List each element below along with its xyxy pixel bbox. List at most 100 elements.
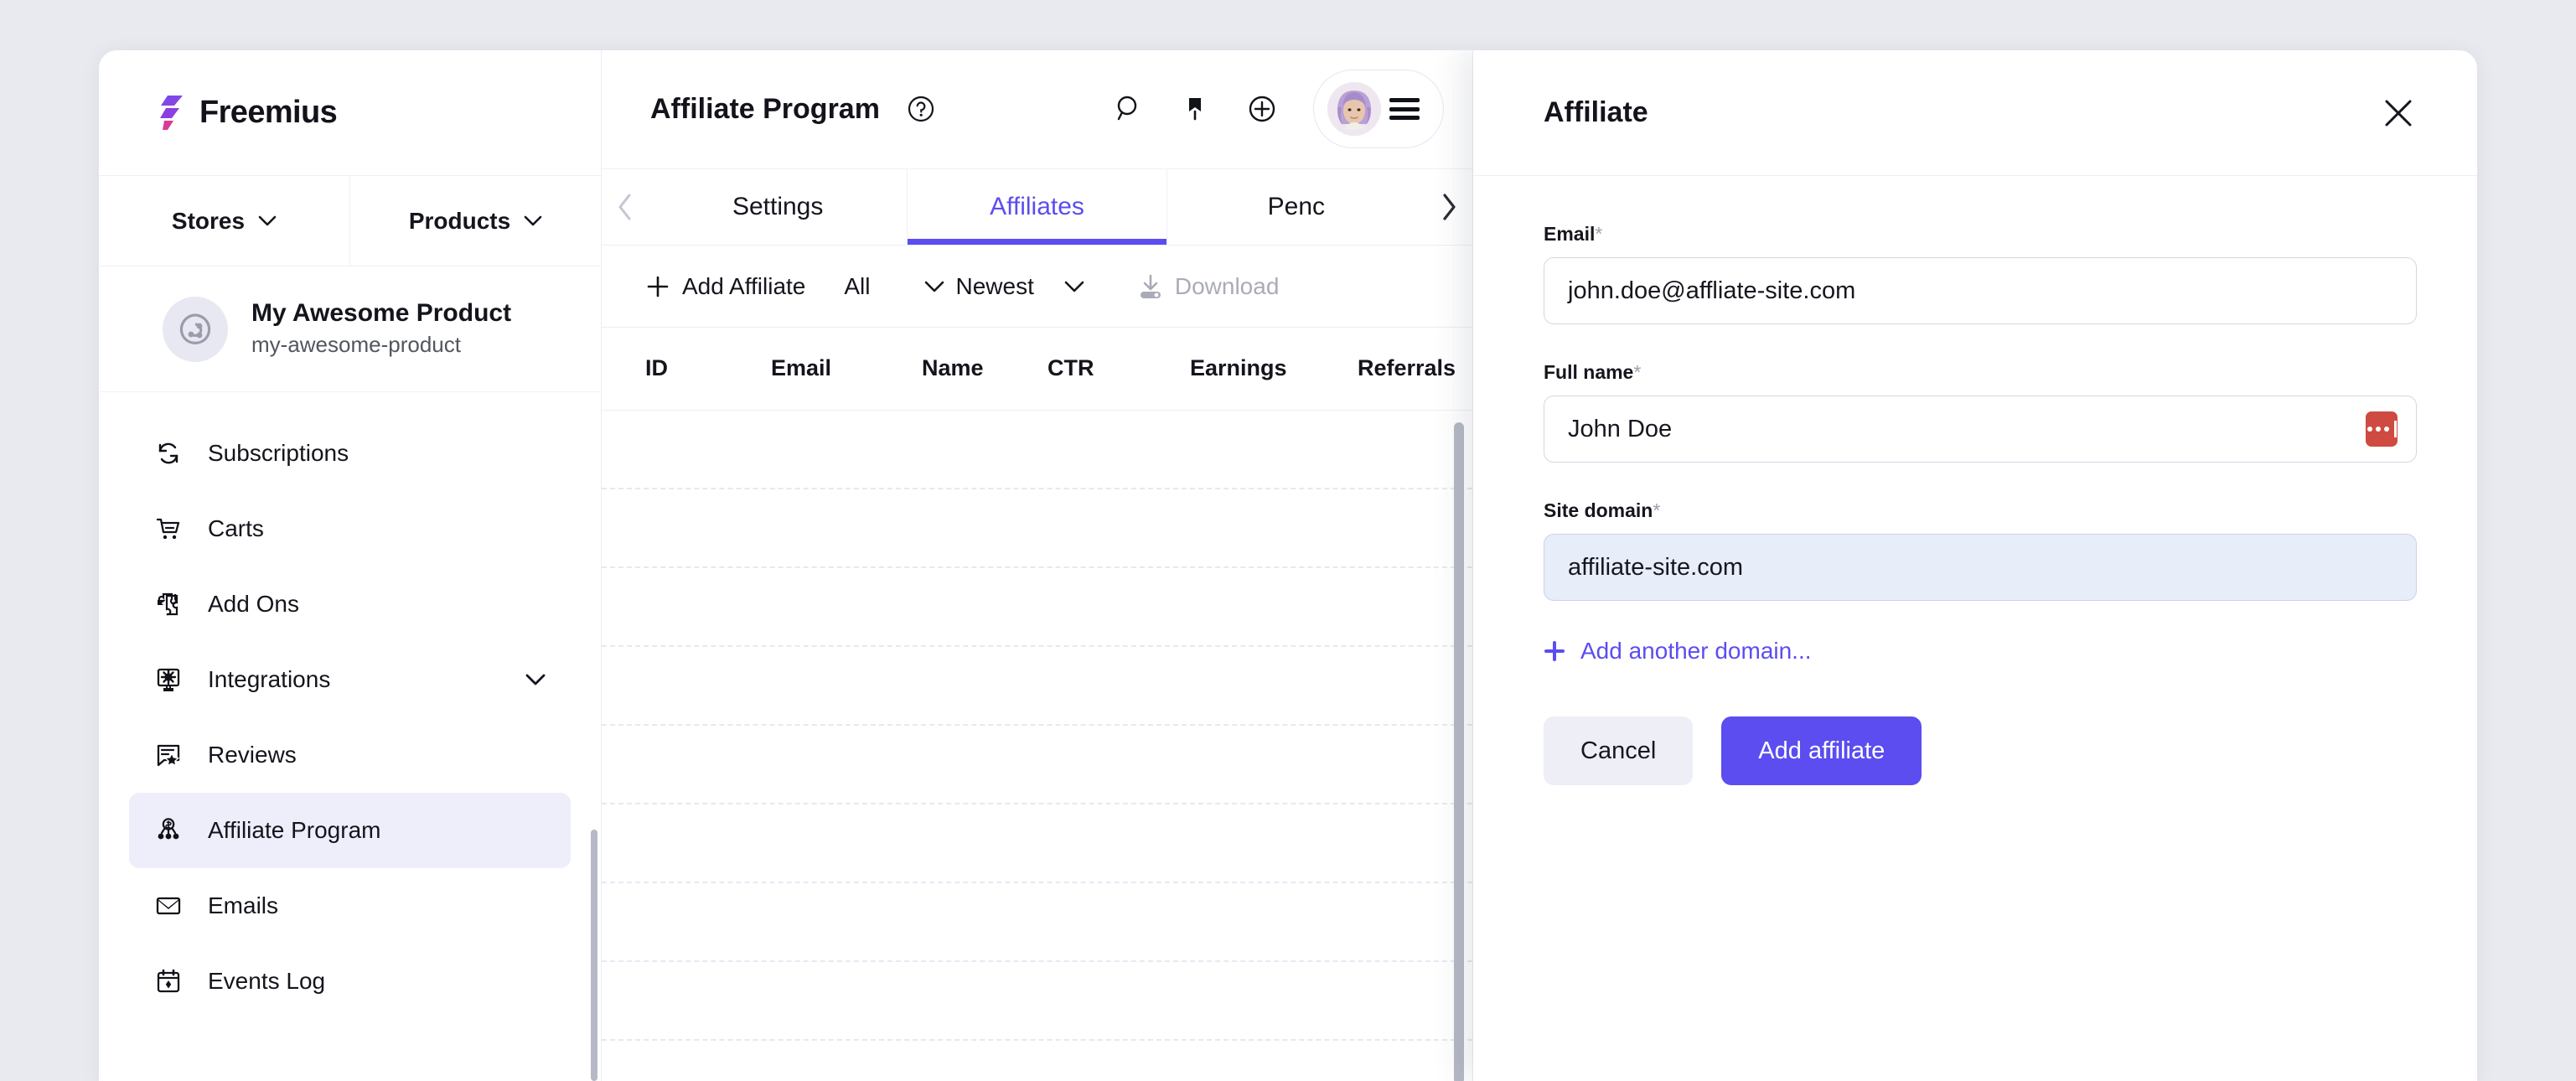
add-another-domain-label: Add another domain... [1580, 638, 1812, 664]
column-header-id[interactable]: ID [645, 355, 771, 381]
add-affiliate-submit-button[interactable]: Add affiliate [1721, 716, 1922, 785]
tab-bar: Settings Affiliates Penc [602, 168, 1472, 246]
sidebar-item-subscriptions[interactable]: Subscriptions [129, 416, 571, 491]
chevron-down-icon [258, 215, 277, 226]
cancel-button[interactable]: Cancel [1544, 716, 1694, 785]
tab-affiliates[interactable]: Affiliates [907, 168, 1167, 245]
affiliate-panel: Affiliate Email* john.doe@affliate-site.… [1473, 50, 2477, 1081]
fullname-label-text: Full name [1544, 361, 1634, 383]
add-another-domain-link[interactable]: Add another domain... [1544, 638, 2417, 665]
email-value: john.doe@affliate-site.com [1568, 277, 1856, 304]
site-domain-input[interactable]: affiliate-site.com [1544, 534, 2417, 601]
password-manager-icon[interactable] [2366, 411, 2398, 447]
email-label-text: Email [1544, 223, 1596, 245]
plus-icon [647, 276, 669, 297]
required-marker: * [1653, 499, 1661, 521]
stores-dropdown[interactable]: Stores [99, 176, 349, 266]
affiliate-icon [154, 816, 183, 845]
table-row[interactable] [602, 489, 1472, 568]
sidebar-item-label: Carts [208, 515, 264, 541]
sidebar-scrollbar[interactable] [591, 830, 597, 1081]
puzzle-icon [154, 590, 183, 618]
chevron-down-icon [924, 281, 944, 292]
table-row[interactable] [602, 962, 1472, 1041]
column-header-name[interactable]: Name [922, 355, 1047, 381]
sort-value: Newest [955, 272, 1034, 299]
sidebar-item-add-ons[interactable]: Add Ons [129, 566, 571, 642]
tab-settings[interactable]: Settings [649, 169, 907, 245]
sidebar-item-affiliate-program[interactable]: Affiliate Program [129, 793, 571, 868]
brand[interactable]: Freemius [99, 50, 601, 176]
stores-label: Stores [171, 207, 246, 234]
site-domain-field-group: Site domain* affiliate-site.com [1544, 499, 2417, 601]
product-name: My Awesome Product [251, 298, 512, 327]
table-row[interactable] [602, 568, 1472, 647]
plus-circle-icon[interactable] [1236, 83, 1288, 135]
hamburger-menu-icon[interactable] [1389, 98, 1420, 121]
help-circle-icon[interactable] [907, 95, 935, 123]
column-header-email[interactable]: Email [771, 355, 922, 381]
column-header-earnings[interactable]: Earnings [1190, 355, 1358, 381]
column-header-ctr[interactable]: CTR [1047, 355, 1190, 381]
site-domain-label: Site domain* [1544, 499, 2417, 522]
subscriptions-icon [154, 439, 183, 468]
sidebar-item-label: Subscriptions [208, 440, 349, 466]
site-domain-value: affiliate-site.com [1568, 553, 1743, 581]
bookmark-icon[interactable] [1169, 83, 1221, 135]
site-domain-label-text: Site domain [1544, 499, 1653, 521]
sidebar-nav: Subscriptions Carts Add Ons Integrations… [99, 392, 601, 1019]
table-row[interactable] [602, 1041, 1472, 1081]
filter-dropdown[interactable]: All [844, 273, 870, 300]
sidebar-item-label: Emails [208, 892, 279, 918]
download-button[interactable]: Download [1138, 272, 1280, 300]
table-row[interactable] [602, 726, 1472, 804]
email-field-group: Email* john.doe@affliate-site.com [1544, 223, 2417, 324]
product-slug: my-awesome-product [251, 332, 461, 358]
fullname-input[interactable]: John Doe [1544, 396, 2417, 463]
user-menu[interactable] [1313, 70, 1444, 149]
sidebar-item-label: Reviews [208, 742, 297, 768]
table-row[interactable] [602, 883, 1472, 962]
table-vertical-scrollbar[interactable] [1454, 422, 1464, 1081]
envelope-icon [154, 892, 183, 920]
filter-value: All [844, 272, 871, 299]
table-header: ID Email Name CTR Earnings Referrals [602, 328, 1472, 411]
tabs-next-arrow[interactable] [1425, 169, 1472, 245]
sidebar-item-label: Integrations [208, 666, 331, 692]
tab-pending[interactable]: Penc [1167, 169, 1425, 245]
sort-dropdown[interactable]: Newest [924, 273, 1084, 300]
table-body [602, 411, 1472, 1081]
store-product-switcher: Stores Products [99, 176, 601, 266]
product-avatar-icon [163, 296, 228, 362]
tabs-prev-arrow[interactable] [602, 169, 649, 245]
brand-name: Freemius [199, 95, 338, 130]
chevron-down-icon[interactable] [525, 674, 546, 685]
table-row[interactable] [602, 647, 1472, 726]
current-product[interactable]: My Awesome Product my-awesome-product [99, 266, 601, 392]
download-label: Download [1174, 272, 1280, 299]
avatar[interactable] [1327, 82, 1381, 137]
email-input[interactable]: john.doe@affliate-site.com [1544, 257, 2417, 324]
sidebar-item-carts[interactable]: Carts [129, 491, 571, 566]
table-row[interactable] [602, 411, 1472, 489]
required-marker: * [1633, 361, 1642, 383]
add-affiliate-label: Add Affiliate [682, 272, 806, 299]
cart-icon [154, 515, 183, 543]
search-icon[interactable] [1102, 83, 1154, 135]
fullname-field-group: Full name* John Doe [1544, 361, 2417, 463]
sidebar-item-emails[interactable]: Emails [129, 868, 571, 944]
main-content: Affiliate Program Settings Affiliates Pe… [602, 50, 1473, 1081]
table-row[interactable] [602, 804, 1472, 883]
sidebar-item-integrations[interactable]: Integrations [129, 642, 571, 717]
panel-header: Affiliate [1473, 50, 2477, 176]
close-icon[interactable] [2380, 95, 2417, 132]
tab-label: Affiliates [990, 192, 1084, 220]
sidebar-item-events-log[interactable]: Events Log [129, 944, 571, 1019]
integrations-icon [154, 665, 183, 694]
sidebar-item-label: Events Log [208, 968, 326, 994]
products-dropdown[interactable]: Products [349, 176, 601, 266]
fullname-value: John Doe [1568, 415, 1673, 442]
sidebar-item-reviews[interactable]: Reviews [129, 717, 571, 793]
panel-title: Affiliate [1544, 96, 1648, 128]
add-affiliate-button[interactable]: Add Affiliate [645, 273, 805, 300]
